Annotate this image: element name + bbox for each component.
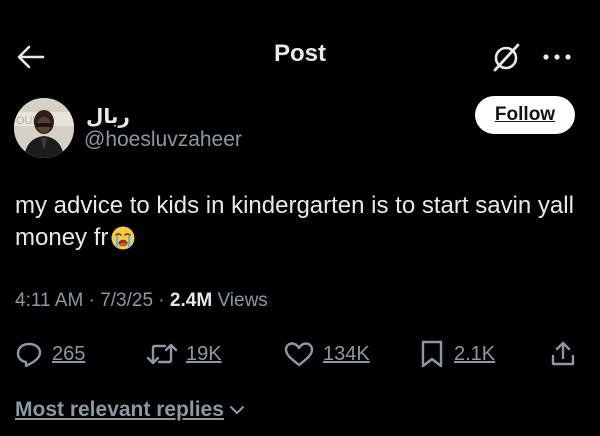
share-icon (548, 339, 578, 369)
grok-icon[interactable] (490, 40, 524, 74)
author-display-name[interactable]: ربال (86, 104, 130, 128)
views-count: 2.4M (169, 290, 213, 311)
views-label: Views (212, 290, 268, 311)
tweet-date[interactable]: 7/3/25 (100, 290, 153, 311)
retweet-icon (146, 339, 178, 369)
author-handle[interactable]: @hoesluvzaheer (84, 128, 242, 152)
heart-icon (283, 339, 315, 369)
chevron-down-icon (229, 406, 244, 414)
replies-sort-label: Most relevant replies (15, 398, 224, 421)
reply-button[interactable]: 265 (14, 338, 85, 370)
retweet-count: 19K (186, 342, 222, 365)
tweet-text: my advice to kids in kindergarten is to … (15, 190, 585, 254)
bookmark-count: 2.1K (454, 342, 496, 365)
reply-count: 265 (52, 342, 86, 365)
bookmark-icon (418, 339, 446, 369)
like-count: 134K (323, 342, 370, 365)
tweet-meta: 4:11 AM · 7/3/25 · 2.4M Views (15, 290, 268, 312)
tweet-time[interactable]: 4:11 AM (15, 290, 83, 311)
retweet-button[interactable]: 19K (146, 338, 222, 370)
follow-button[interactable]: Follow (475, 96, 575, 134)
bookmark-button[interactable]: 2.1K (418, 338, 495, 370)
loudly-crying-face-icon (109, 225, 137, 251)
share-button[interactable] (548, 338, 578, 370)
back-arrow-icon[interactable] (14, 40, 48, 74)
avatar[interactable]: OUDE (14, 98, 74, 158)
tweet-text-body: my advice to kids in kindergarten is to … (15, 192, 574, 251)
meta-separator: · (83, 290, 101, 311)
more-options-icon[interactable] (538, 40, 578, 74)
meta-separator: · (153, 290, 170, 311)
like-button[interactable]: 134K (283, 338, 370, 370)
replies-sort-dropdown[interactable]: Most relevant replies (15, 398, 246, 422)
reply-icon (14, 339, 44, 369)
